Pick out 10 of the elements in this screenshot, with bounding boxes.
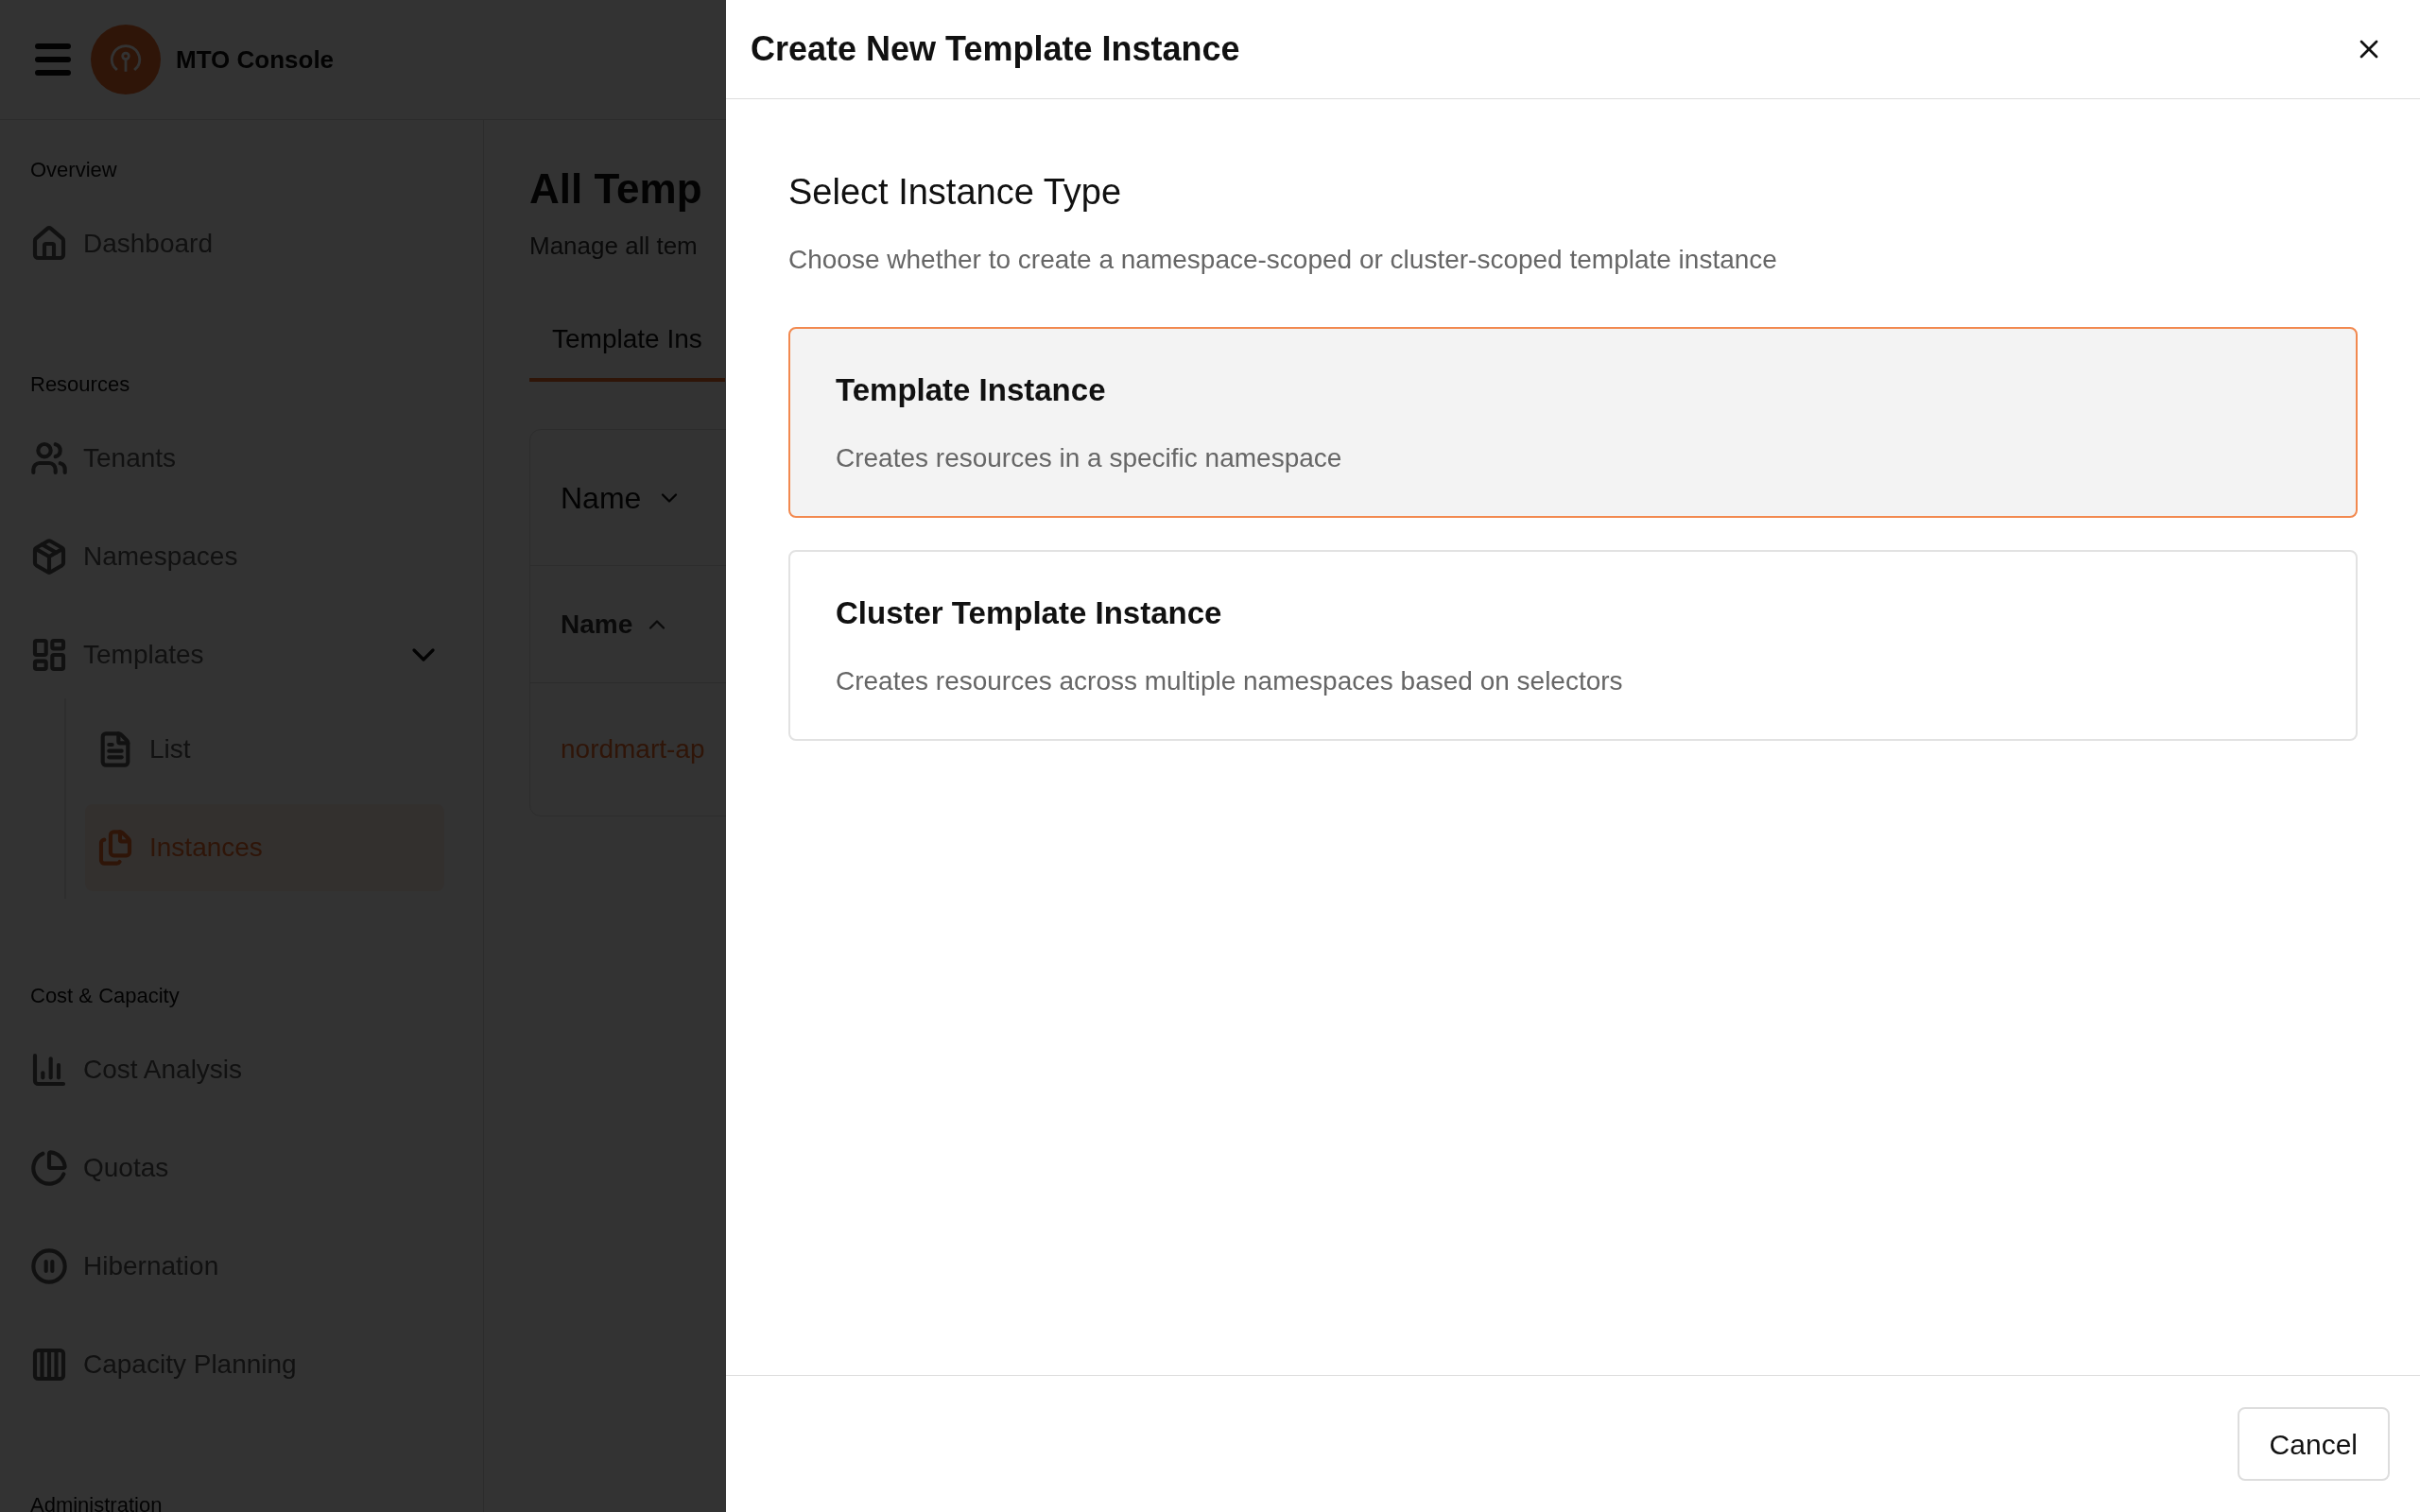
option-title: Cluster Template Instance [836, 594, 1223, 633]
cancel-button[interactable]: Cancel [2237, 1407, 2390, 1481]
option-card[interactable]: Cluster Template Instance Creates resources across multiple namespaces based on selectors [788, 550, 2358, 741]
dialog-description: Choose whether to create a namespace-scoped or cluster-scoped template instance [788, 244, 1778, 276]
option-title: Template Instance [836, 371, 1107, 410]
dialog-heading: Select Instance Type [788, 171, 1123, 214]
option-description: Creates resources across multiple namespaces based on selectors [836, 664, 1624, 697]
option-description: Creates resources in a specific namespace [836, 441, 1343, 474]
dialog-title: Create New Template Instance [751, 28, 1240, 70]
option-card[interactable]: Template Instance Creates resources in a specific namespace [788, 327, 2358, 518]
